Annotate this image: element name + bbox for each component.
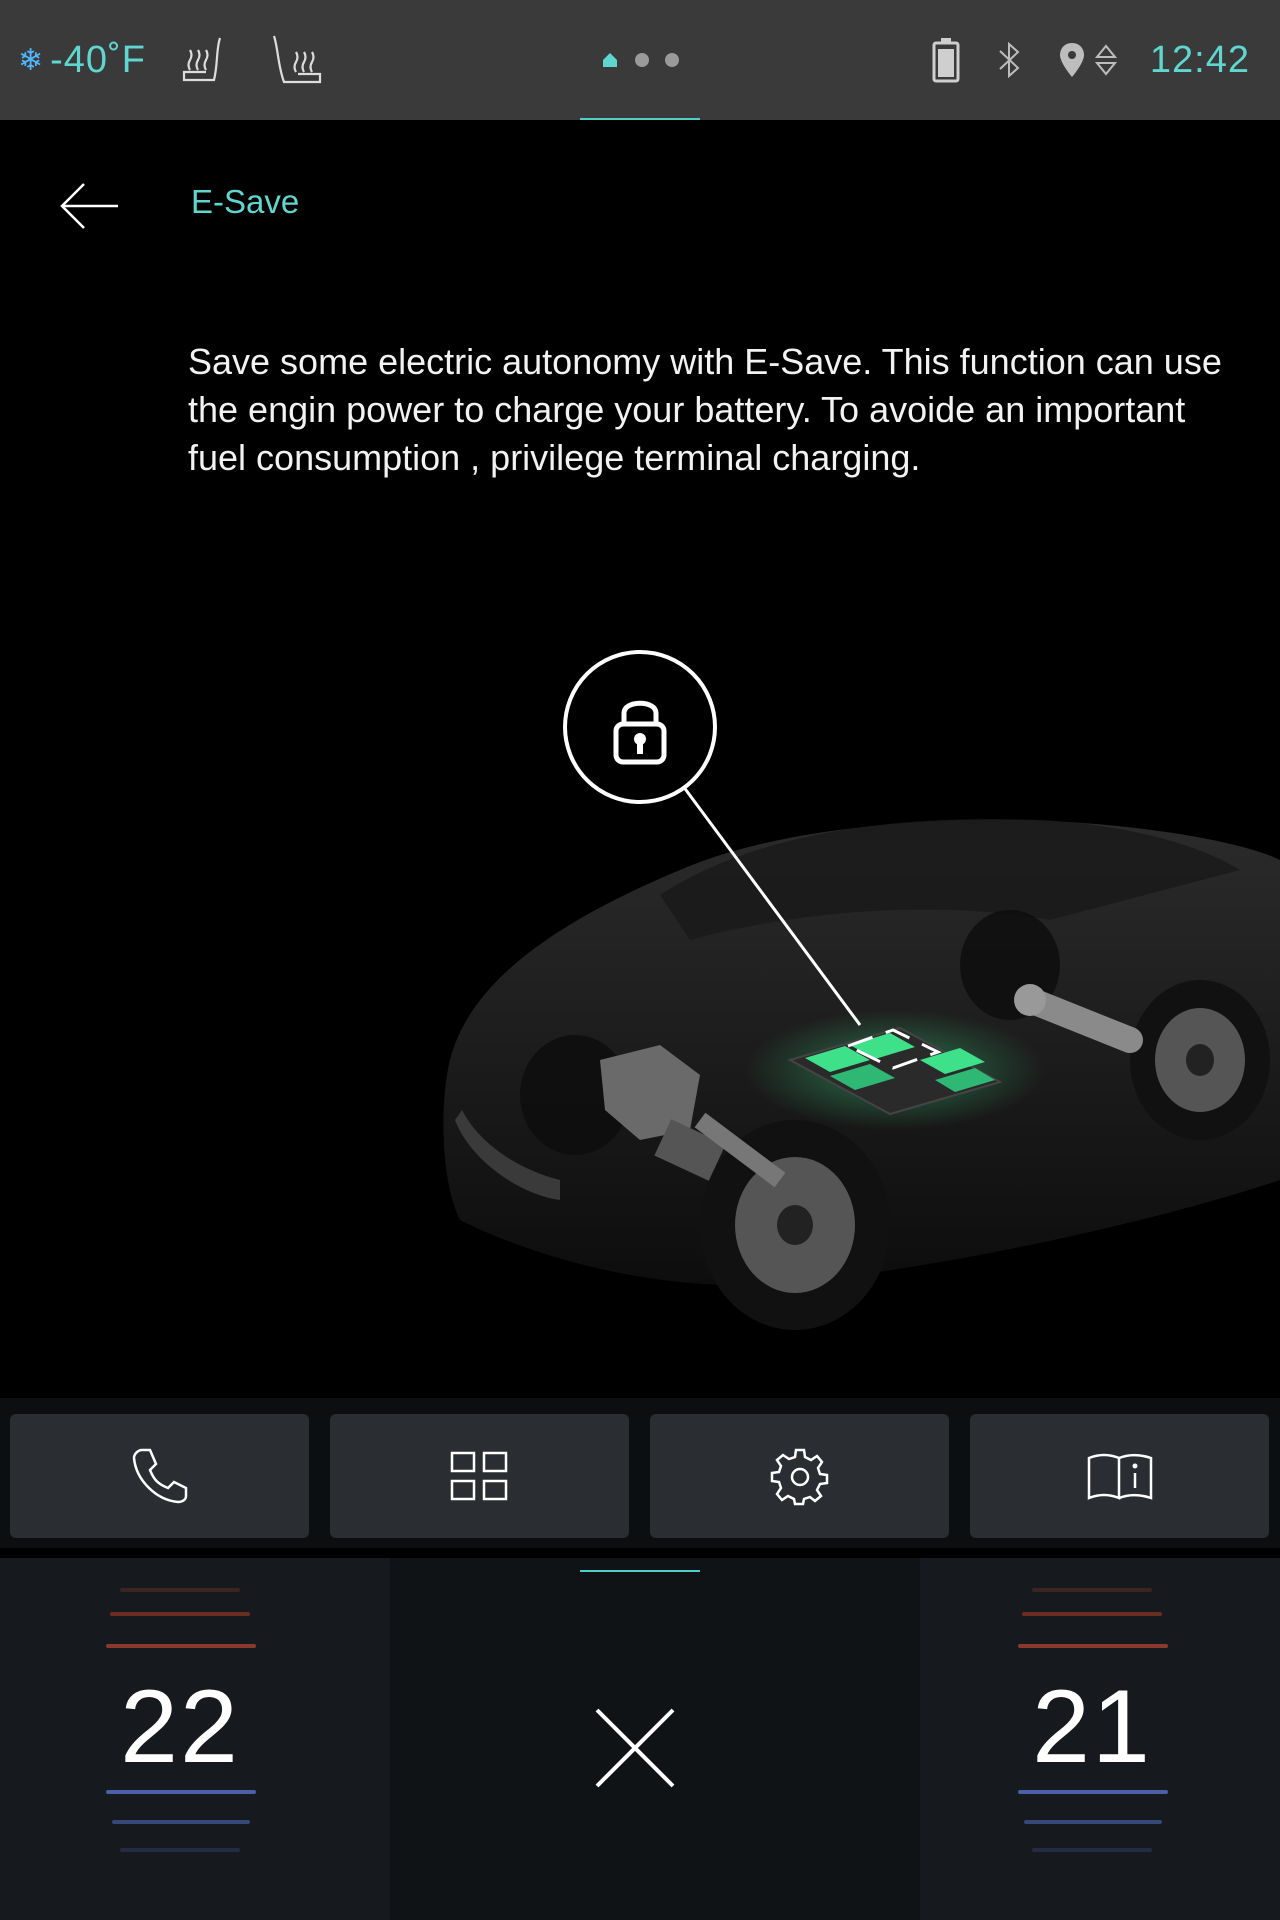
battery-icon bbox=[932, 38, 960, 83]
manual-button[interactable] bbox=[970, 1414, 1269, 1538]
description-text: Save some electric autonomy with E-Save.… bbox=[188, 341, 1222, 478]
page-dot[interactable] bbox=[665, 53, 679, 67]
rear-wheel bbox=[1130, 980, 1270, 1140]
active-page-underline bbox=[580, 1570, 700, 1572]
driver-temperature: 22 bbox=[120, 1669, 240, 1785]
climate-center-panel bbox=[390, 1558, 920, 1920]
battery-pack bbox=[745, 1010, 1045, 1130]
gear-icon bbox=[770, 1448, 828, 1506]
car-battery-illustration bbox=[443, 650, 1280, 1330]
phone-button[interactable] bbox=[10, 1414, 309, 1538]
page-dot[interactable] bbox=[635, 53, 649, 67]
climate-bar: 22 21 bbox=[0, 1558, 1280, 1920]
signal-icon bbox=[1094, 44, 1118, 76]
clock: 12:42 bbox=[1149, 38, 1250, 81]
status-bar: ❄ -40˚F 12:42 bbox=[0, 0, 1280, 120]
back-button[interactable] bbox=[56, 176, 122, 236]
manual-icon bbox=[1087, 1453, 1152, 1500]
shortcut-bar bbox=[0, 1398, 1280, 1548]
bluetooth-icon bbox=[999, 41, 1020, 79]
heated-seat-icon[interactable] bbox=[266, 30, 326, 90]
passenger-temperature: 21 bbox=[1032, 1669, 1152, 1785]
passenger-temperature-control[interactable]: 21 bbox=[912, 1558, 1272, 1920]
outside-temp-value: -40˚F bbox=[50, 38, 146, 81]
driver-temperature-control[interactable]: 22 bbox=[0, 1558, 360, 1920]
apps-button[interactable] bbox=[330, 1414, 629, 1538]
phone-icon bbox=[132, 1448, 187, 1504]
snowflake-icon: ❄ bbox=[18, 43, 45, 77]
settings-button[interactable] bbox=[650, 1414, 949, 1538]
home-icon[interactable] bbox=[601, 51, 619, 69]
heated-seat-icon[interactable] bbox=[176, 30, 236, 90]
apps-grid-icon bbox=[450, 1451, 507, 1501]
active-page-underline bbox=[580, 118, 700, 120]
page-title: E-Save bbox=[191, 183, 300, 220]
location-icon bbox=[1059, 43, 1084, 77]
close-icon[interactable] bbox=[595, 1708, 675, 1788]
page-indicator bbox=[580, 0, 700, 120]
lock-icon bbox=[563, 650, 717, 804]
outside-temperature: ❄ -40˚F bbox=[18, 39, 146, 82]
